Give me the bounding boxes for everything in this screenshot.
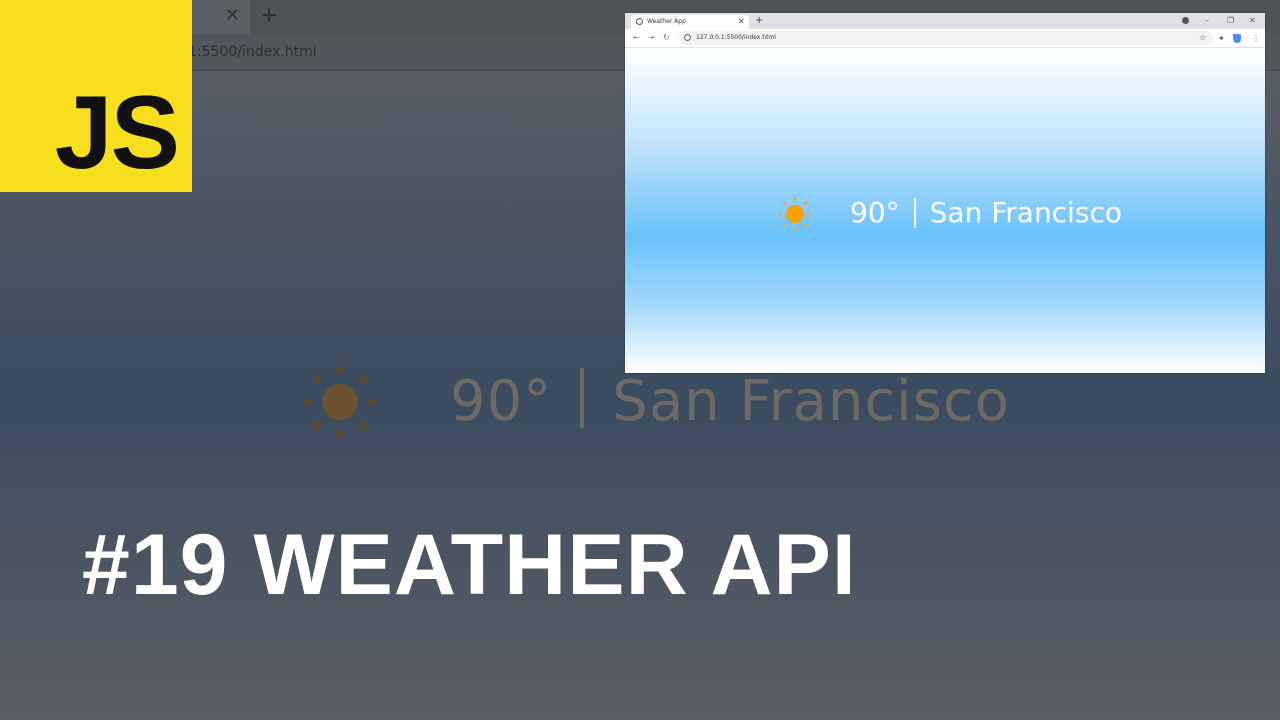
background-sun-icon xyxy=(304,366,376,438)
page-content: 90° San Francisco xyxy=(625,48,1265,373)
address-bar[interactable]: 127.0.0.1:5500/index.html ☆ xyxy=(679,31,1213,45)
tab-weather-app[interactable]: Weather App ✕ xyxy=(631,15,749,29)
background-city: San Francisco xyxy=(612,369,1010,434)
toolbar: ← → ↻ 127.0.0.1:5500/index.html ☆ ✦ ⋮ xyxy=(625,29,1265,48)
minimize-icon[interactable]: – xyxy=(1205,14,1209,27)
extensions-icon[interactable]: ✦ xyxy=(1218,32,1225,46)
shield-icon[interactable] xyxy=(1233,34,1241,43)
menu-icon[interactable]: ⋮ xyxy=(1252,32,1260,46)
separator xyxy=(913,198,916,228)
forward-arrow-icon[interactable]: → xyxy=(648,31,655,45)
back-arrow-icon[interactable]: ← xyxy=(633,31,640,45)
weather-text: 90° San Francisco xyxy=(850,193,1122,233)
city: San Francisco xyxy=(929,196,1122,229)
sun-icon xyxy=(778,197,812,231)
record-icon[interactable] xyxy=(1182,17,1189,24)
video-title: #19 WEATHER API xyxy=(82,517,857,613)
browser-window: Weather App ✕ + – ❐ ✕ ← → ↻ 127.0.0.1:55… xyxy=(625,13,1265,373)
tab-title: Weather App xyxy=(647,18,686,25)
background-new-tab-icon[interactable]: + xyxy=(260,4,278,28)
close-window-icon[interactable]: ✕ xyxy=(1249,14,1256,27)
new-tab-icon[interactable]: + xyxy=(755,14,763,27)
globe-icon xyxy=(636,18,643,25)
url-text: 127.0.0.1:5500/index.html xyxy=(696,34,776,41)
restore-icon[interactable]: ❐ xyxy=(1227,14,1234,27)
reload-icon[interactable]: ↻ xyxy=(663,31,670,45)
js-logo: JS xyxy=(0,0,192,192)
info-icon[interactable] xyxy=(684,34,691,41)
background-temperature: 90° xyxy=(450,369,553,434)
temperature: 90° xyxy=(850,196,900,229)
background-weather-text: 90° San Francisco xyxy=(450,366,1010,438)
background-separator xyxy=(580,368,585,428)
background-tab-close-icon[interactable]: ✕ xyxy=(225,6,240,26)
bookmark-star-icon[interactable]: ☆ xyxy=(1199,31,1206,45)
tab-close-icon[interactable]: ✕ xyxy=(738,15,745,28)
background-url: 1:5500/index.html xyxy=(188,44,317,60)
js-logo-text: JS xyxy=(54,75,180,191)
